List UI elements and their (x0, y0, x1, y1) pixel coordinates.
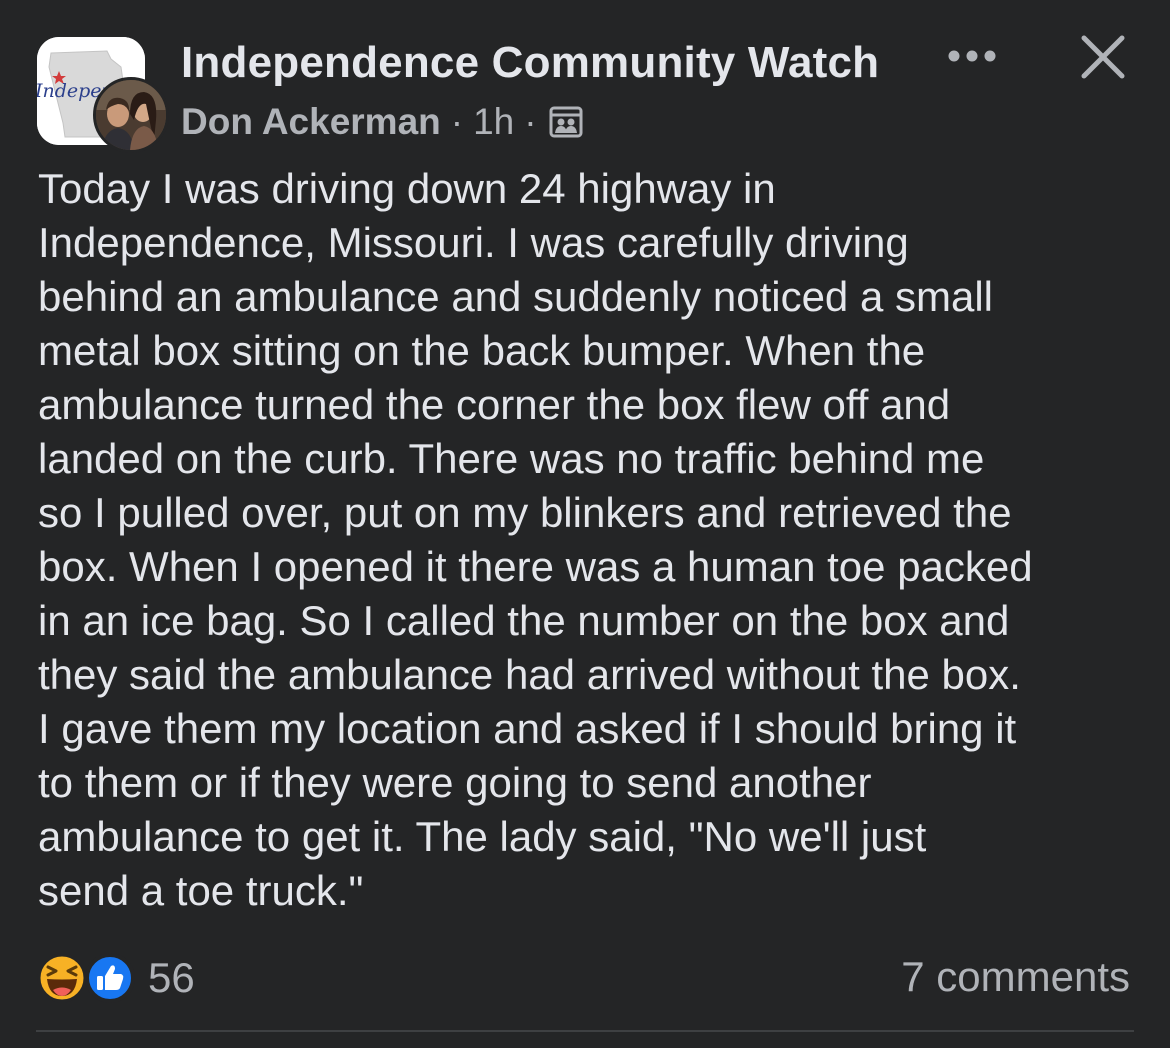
more-dots-icon (948, 50, 996, 62)
post-text-line: I gave them my location and asked if I s… (38, 705, 1017, 752)
post-text-line: landed on the curb. There was no traffic… (38, 435, 985, 482)
post-text-line: so I pulled over, put on my blinkers and… (38, 489, 1012, 536)
close-button[interactable] (1076, 30, 1130, 84)
post-text-line: in an ice bag. So I called the number on… (38, 597, 1010, 644)
meta-separator: · (450, 101, 464, 142)
footer-divider (36, 1030, 1134, 1032)
like-icon (85, 953, 135, 1003)
profile-photo-icon (96, 80, 166, 150)
post-text-line: Independence, Missouri. I was carefully … (38, 219, 909, 266)
post-text-line: box. When I opened it there was a human … (38, 543, 1033, 590)
group-members-icon (549, 105, 583, 139)
post-text-line: ambulance to get it. The lady said, "No … (38, 813, 927, 860)
meta-separator: · (524, 101, 537, 142)
post-text-line: to them or if they were going to send an… (38, 759, 872, 806)
haha-icon (37, 953, 87, 1003)
author-avatar[interactable] (93, 77, 169, 153)
more-options-button[interactable] (940, 38, 1004, 74)
post-card: Indepen Independence Community Watch Don… (0, 0, 1170, 1048)
close-icon (1081, 35, 1125, 79)
author-name-link[interactable]: Don Ackerman (181, 101, 441, 143)
reaction-icons (37, 953, 135, 1003)
post-timestamp[interactable]: 1h (473, 101, 514, 143)
reactions-summary[interactable]: 56 (36, 952, 195, 1004)
post-text-line: behind an ambulance and suddenly noticed… (38, 273, 993, 320)
post-body: Today I was driving down 24 highway in I… (38, 162, 1133, 918)
comments-count-link[interactable]: 7 comments (901, 953, 1130, 1001)
post-text-line: Today I was driving down 24 highway in (38, 165, 776, 212)
group-name-link[interactable]: Independence Community Watch (181, 38, 879, 88)
post-text-line: ambulance turned the corner the box flew… (38, 381, 951, 428)
post-text-line: they said the ambulance had arrived with… (38, 651, 1021, 698)
post-text-line: send a toe truck." (38, 867, 364, 914)
post-meta: Don Ackerman · 1h · (181, 100, 583, 144)
reaction-count: 56 (148, 954, 195, 1001)
post-text-line: metal box sitting on the back bumper. Wh… (38, 327, 926, 374)
